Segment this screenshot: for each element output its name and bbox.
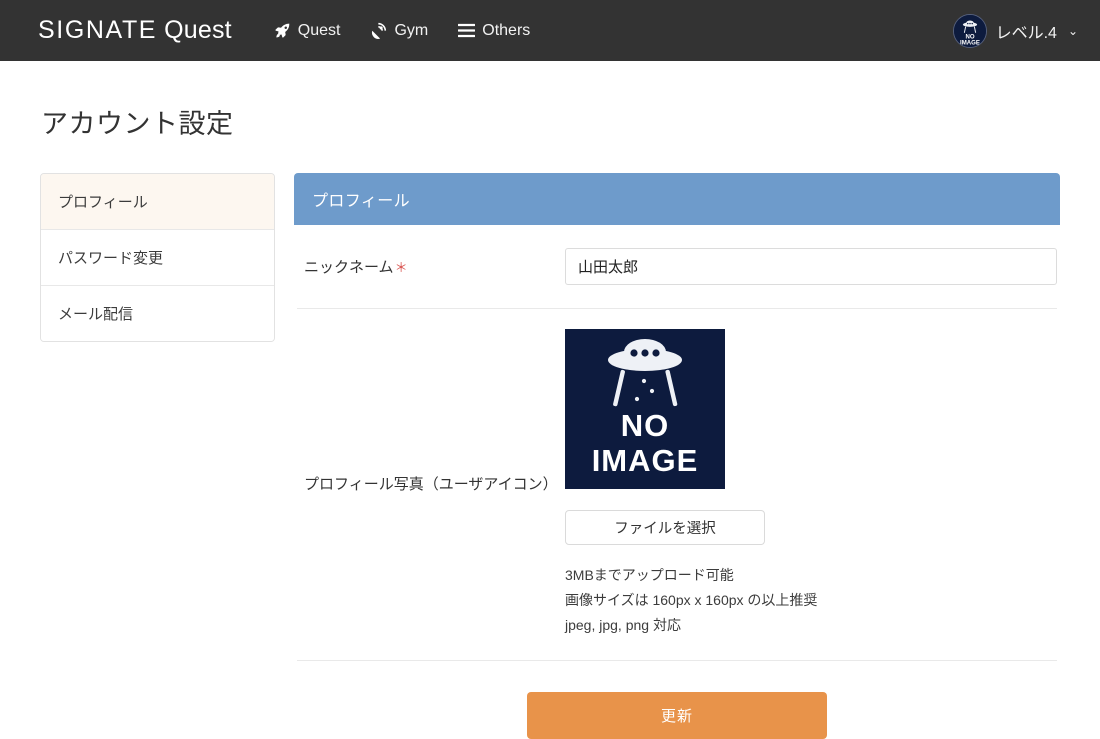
brand-name-signate: SIGNATE <box>38 16 158 44</box>
profile-photo-field-wrap: NO IMAGE ファイルを選択 3MBまでアップロード可能 画像サイズは 16… <box>565 329 1057 638</box>
upload-hint-size-limit: 3MBまでアップロード可能 <box>565 567 734 583</box>
profile-form: ニックネーム＊ プロフィール写真（ユーザアイコン） <box>294 225 1060 739</box>
avatar: NO IMAGE <box>952 13 987 48</box>
nickname-label-text: ニックネーム <box>304 259 394 276</box>
sidebar-item-password[interactable]: パスワード変更 <box>41 230 274 286</box>
nav-item-gym-label: Gym <box>394 21 429 39</box>
user-menu[interactable]: NO IMAGE レベル.4 ⌄ <box>952 0 1078 61</box>
content-layout: プロフィール パスワード変更 メール配信 プロフィール ニックネーム＊ 山田太郎… <box>40 173 1060 739</box>
nav-item-quest[interactable]: Quest <box>274 21 341 40</box>
sidebar-item-profile-label: プロフィール <box>58 194 148 211</box>
form-row-nickname: ニックネーム＊ <box>297 225 1057 309</box>
profile-photo-thumbnail: NO IMAGE <box>565 329 725 489</box>
chevron-down-icon: ⌄ <box>1067 23 1078 38</box>
select-file-button[interactable]: ファイルを選択 <box>565 510 765 545</box>
upload-hint-dimensions: 画像サイズは 160px x 160px の以上推奨 <box>565 592 818 608</box>
nav-item-quest-label: Quest <box>297 21 341 39</box>
nav-item-gym[interactable]: Gym <box>370 22 428 40</box>
sidebar-item-mail[interactable]: メール配信 <box>41 286 274 341</box>
user-level-label: レベル.4 <box>995 24 1057 42</box>
main-nav: Quest Gym Others <box>274 22 530 40</box>
rocket-icon <box>274 22 291 39</box>
update-button[interactable]: 更新 <box>527 692 827 739</box>
thumbnail-text-no: NO <box>621 408 670 443</box>
nickname-input[interactable] <box>565 248 1057 285</box>
sidebar-item-mail-label: メール配信 <box>58 306 134 323</box>
submit-row: 更新 <box>297 661 1057 739</box>
required-asterisk-icon: ＊ <box>394 260 408 275</box>
hamburger-icon <box>458 23 476 38</box>
profile-photo-label: プロフィール写真（ユーザアイコン） <box>304 476 558 493</box>
sidebar-item-password-label: パスワード変更 <box>58 250 164 267</box>
nav-item-others[interactable]: Others <box>458 22 530 40</box>
settings-sidebar: プロフィール パスワード変更 メール配信 <box>40 173 275 342</box>
panel-title: プロフィール <box>294 173 1060 225</box>
upload-hints: 3MBまでアップロード可能 画像サイズは 160px x 160px の以上推奨… <box>565 563 1057 638</box>
site-logo[interactable]: SIGNATE Quest <box>38 16 232 45</box>
nickname-label: ニックネーム＊ <box>297 256 565 277</box>
nickname-field-wrap <box>565 248 1057 285</box>
page-title: アカウント設定 <box>41 109 234 139</box>
nav-item-others-label: Others <box>482 21 531 39</box>
sidebar-item-profile[interactable]: プロフィール <box>41 174 274 230</box>
profile-panel: プロフィール ニックネーム＊ プロフィール写真（ユーザアイコン） <box>294 173 1060 739</box>
brand-name-quest: Quest <box>164 16 232 44</box>
top-navigation-bar: SIGNATE Quest Quest Gym Others NO IMAGE … <box>0 0 1100 61</box>
satellite-dish-icon <box>370 22 387 39</box>
page-container: アカウント設定 プロフィール パスワード変更 メール配信 プロフィール ニックネ… <box>0 102 1100 739</box>
form-row-profile-photo: プロフィール写真（ユーザアイコン） NO IMAGE ファイルを選択 3MBまで… <box>297 309 1057 661</box>
svg-text:IMAGE: IMAGE <box>960 39 980 46</box>
upload-hint-formats: jpeg, jpg, png 対応 <box>565 617 681 633</box>
thumbnail-text-image: IMAGE <box>592 443 699 478</box>
